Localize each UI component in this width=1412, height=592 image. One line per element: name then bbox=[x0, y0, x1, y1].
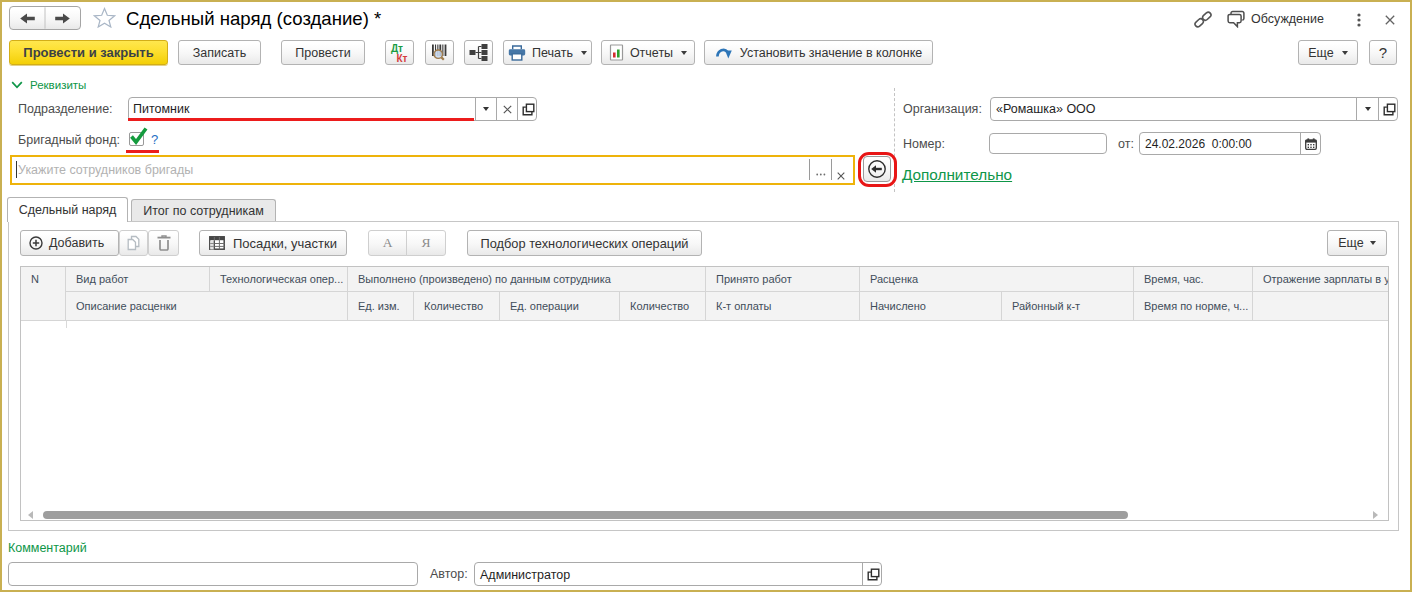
svg-text:Кт: Кт bbox=[397, 53, 408, 64]
